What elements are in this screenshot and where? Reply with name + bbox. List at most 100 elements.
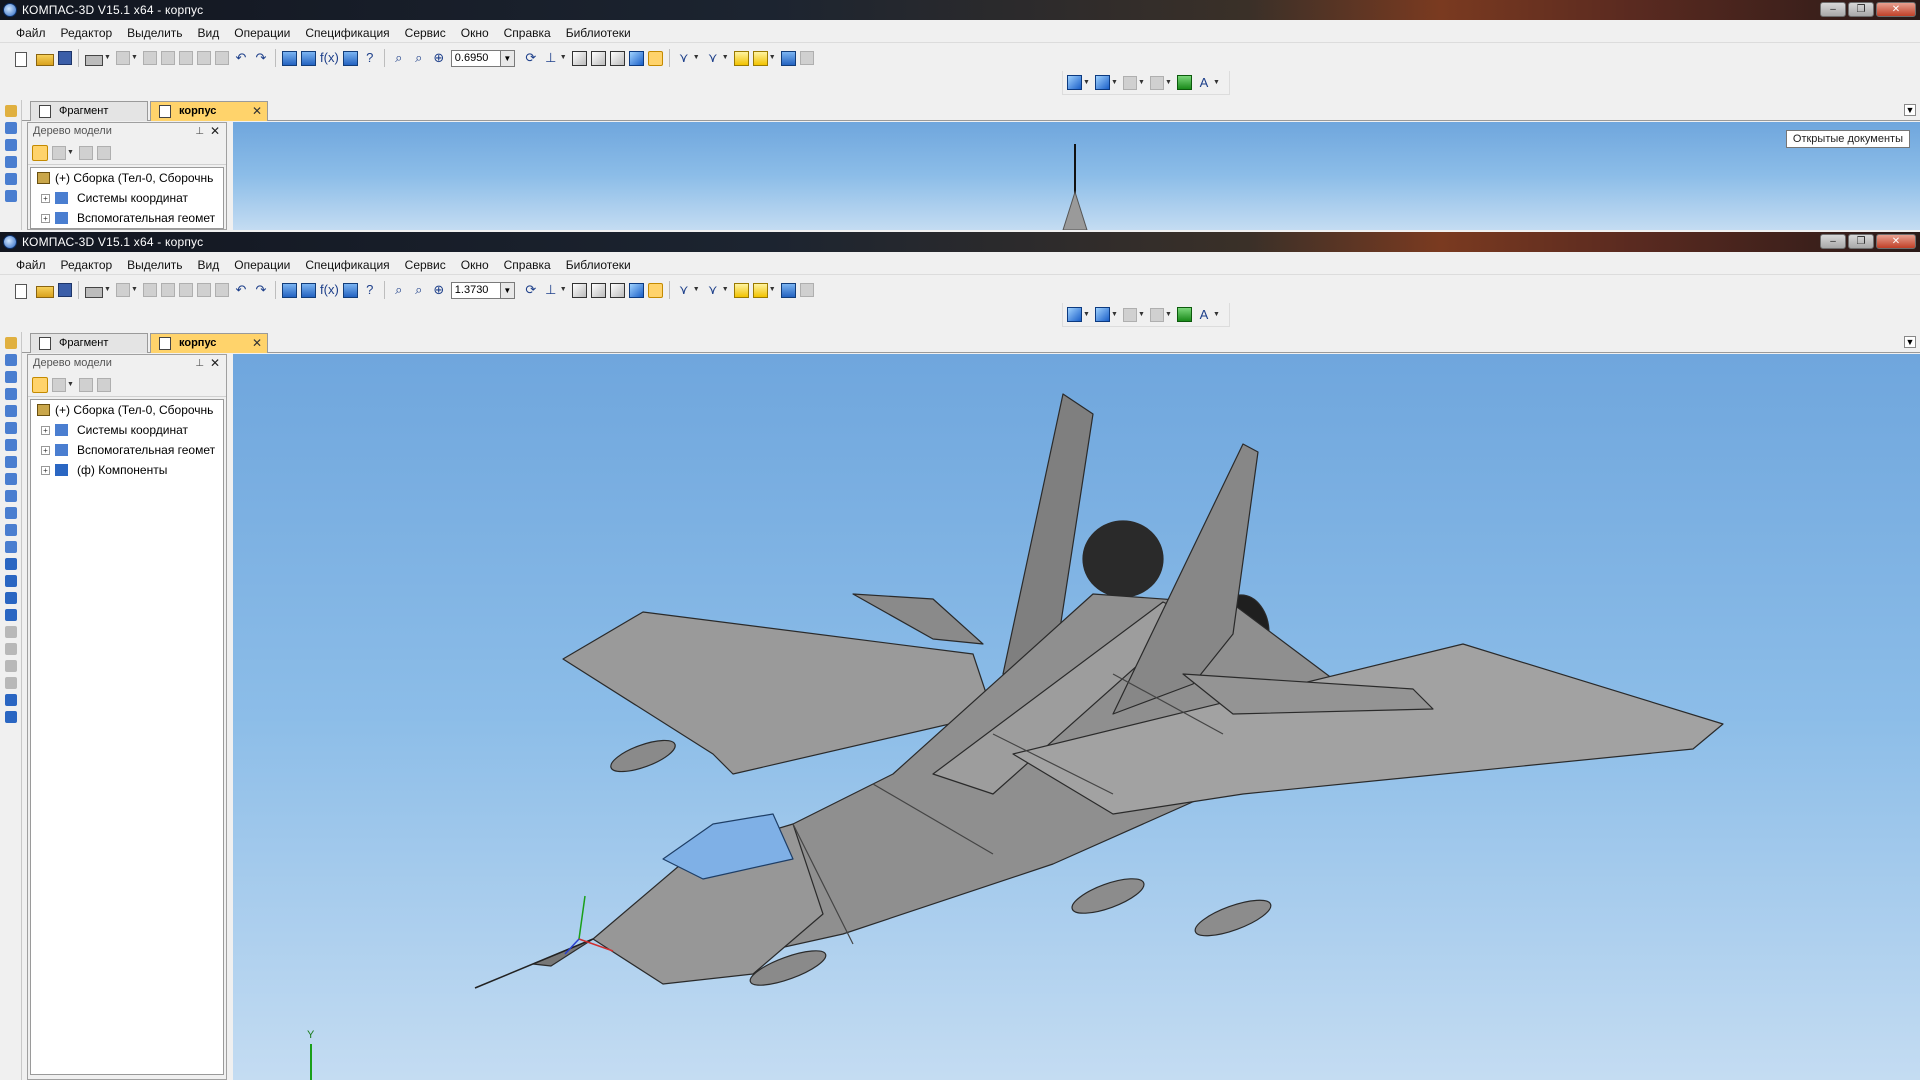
surfaces-icon[interactable] bbox=[5, 156, 17, 168]
menu-operations[interactable]: Операции bbox=[234, 26, 290, 40]
surfaces-icon[interactable] bbox=[5, 388, 17, 400]
select-filter-icon[interactable]: ⋎ bbox=[705, 49, 721, 67]
preview-icon[interactable] bbox=[116, 51, 130, 65]
filter-icon[interactable]: ⋎ bbox=[676, 281, 692, 299]
properties-icon[interactable] bbox=[197, 51, 211, 65]
variables-icon[interactable]: f(x) bbox=[320, 49, 339, 67]
zoom-scale-dropdown-icon[interactable]: ▼ bbox=[500, 281, 515, 299]
menu-select[interactable]: Выделить bbox=[127, 258, 182, 272]
tree-filter-icon[interactable] bbox=[97, 145, 111, 160]
library-panel-icon[interactable] bbox=[5, 711, 17, 723]
filter-icon[interactable]: ⋎ bbox=[676, 49, 692, 67]
print-icon[interactable] bbox=[85, 55, 103, 66]
tree-item-coordinate-systems[interactable]: Системы координат bbox=[77, 188, 188, 208]
menu-libraries[interactable]: Библиотеки bbox=[566, 26, 631, 40]
insert-component-icon[interactable] bbox=[752, 282, 768, 298]
component-icon[interactable] bbox=[733, 50, 749, 66]
arrays-icon[interactable] bbox=[5, 405, 17, 417]
preview-dropdown-icon[interactable]: ▼ bbox=[131, 281, 138, 299]
library-icon[interactable] bbox=[301, 50, 316, 66]
curves-icon[interactable] bbox=[5, 139, 17, 151]
zoom-scale-dropdown-icon[interactable]: ▼ bbox=[500, 49, 515, 67]
insert-component-icon[interactable] bbox=[752, 50, 768, 66]
select-filter-icon[interactable]: ⋎ bbox=[705, 281, 721, 299]
layers-icon[interactable] bbox=[1123, 75, 1137, 90]
menu-specification[interactable]: Спецификация bbox=[305, 258, 389, 272]
tree-item-coordinate-systems[interactable]: Системы координат bbox=[77, 420, 188, 440]
manager-icon[interactable] bbox=[282, 282, 297, 298]
panel-switch-icon[interactable] bbox=[5, 105, 17, 117]
tab-korpus[interactable]: корпус ✕ bbox=[150, 333, 268, 353]
aux-geometry-icon[interactable] bbox=[5, 422, 17, 434]
menu-view[interactable]: Вид bbox=[198, 258, 220, 272]
tree-item-components[interactable]: (ф) Компоненты bbox=[77, 460, 167, 480]
expand-icon[interactable]: + bbox=[41, 446, 50, 455]
sheet-metal-icon[interactable] bbox=[5, 541, 17, 553]
menu-editor[interactable]: Редактор bbox=[61, 258, 113, 272]
tab-close-button[interactable]: ✕ bbox=[252, 102, 262, 121]
tree-item-assembly[interactable]: (+) Сборка (Тел-0, Сборочнь bbox=[55, 400, 213, 420]
menu-file[interactable]: Файл bbox=[16, 258, 46, 272]
layers-icon[interactable] bbox=[1123, 307, 1137, 322]
variables-icon[interactable]: f(x) bbox=[320, 281, 339, 299]
planes-icon[interactable] bbox=[1150, 75, 1164, 90]
close-button[interactable]: ✕ bbox=[1876, 234, 1916, 249]
pin-icon[interactable]: ⊥ bbox=[195, 355, 204, 372]
menu-help[interactable]: Справка bbox=[504, 258, 551, 272]
tree-item-aux-geometry[interactable]: Вспомогательная геомет bbox=[77, 208, 215, 228]
perspective-icon[interactable] bbox=[780, 282, 796, 298]
help-pointer-icon[interactable]: ? bbox=[362, 49, 378, 67]
tree-item-assembly[interactable]: (+) Сборка (Тел-0, Сборочнь bbox=[55, 168, 213, 188]
dimension-icon[interactable]: A bbox=[1196, 306, 1212, 324]
model-viewport-back[interactable]: Открытые документы bbox=[233, 122, 1920, 230]
drawing-icon[interactable] bbox=[5, 524, 17, 536]
help-pointer-icon[interactable]: ? bbox=[362, 281, 378, 299]
minimize-button[interactable]: ‒ bbox=[1820, 2, 1846, 17]
perspective-icon[interactable] bbox=[780, 50, 796, 66]
zoom-fit-icon[interactable]: ⌕ bbox=[411, 49, 427, 67]
tree-close-button[interactable]: ✕ bbox=[210, 123, 220, 140]
zoom-icon[interactable]: ⊕ bbox=[431, 281, 447, 299]
calculator-icon[interactable] bbox=[215, 51, 229, 65]
copy-icon[interactable] bbox=[161, 283, 175, 297]
orientation-cube-icon[interactable] bbox=[1067, 307, 1082, 322]
expand-icon[interactable]: + bbox=[41, 426, 50, 435]
filter-panel-icon[interactable] bbox=[5, 473, 17, 485]
section-icon[interactable] bbox=[1095, 75, 1110, 90]
menu-file[interactable]: Файл bbox=[16, 26, 46, 40]
wireframe-icon[interactable] bbox=[571, 282, 587, 298]
orientation-icon[interactable]: ⊥ bbox=[543, 281, 559, 299]
calculator-icon[interactable] bbox=[215, 283, 229, 297]
menu-help[interactable]: Справка bbox=[504, 26, 551, 40]
cut-icon[interactable] bbox=[143, 283, 157, 297]
component-icon[interactable] bbox=[733, 282, 749, 298]
menu-specification[interactable]: Спецификация bbox=[305, 26, 389, 40]
hidden-lines-icon[interactable] bbox=[590, 282, 606, 298]
minimize-button[interactable]: ‒ bbox=[1820, 234, 1846, 249]
color-icon[interactable] bbox=[1177, 75, 1192, 90]
tab-fragment[interactable]: Фрагмент bbox=[30, 101, 148, 121]
halftone-edges-icon[interactable] bbox=[647, 282, 663, 298]
orientation-cube-icon[interactable] bbox=[1067, 75, 1082, 90]
tab-fragment[interactable]: Фрагмент bbox=[30, 333, 148, 353]
tree-order-icon[interactable] bbox=[32, 144, 48, 161]
rotate-icon[interactable]: ⟳ bbox=[523, 49, 539, 67]
planes-icon[interactable] bbox=[1150, 307, 1164, 322]
menu-select[interactable]: Выделить bbox=[127, 26, 182, 40]
zoom-scale-input[interactable]: 0.6950 bbox=[450, 49, 501, 67]
zoom-icon[interactable]: ⊕ bbox=[431, 49, 447, 67]
curves-icon[interactable] bbox=[5, 371, 17, 383]
restore-button[interactable]: ❐ bbox=[1848, 2, 1874, 17]
aux-geometry-icon[interactable] bbox=[5, 190, 17, 202]
orientation-icon[interactable]: ⊥ bbox=[543, 49, 559, 67]
geometry-icon[interactable] bbox=[5, 354, 17, 366]
menu-service[interactable]: Сервис bbox=[405, 26, 446, 40]
thin-lines-icon[interactable] bbox=[609, 50, 625, 66]
close-button[interactable]: ✕ bbox=[1876, 2, 1916, 17]
expand-icon[interactable]: + bbox=[41, 194, 50, 203]
spec-panel-icon[interactable] bbox=[5, 490, 17, 502]
print-dropdown-icon[interactable]: ▼ bbox=[104, 49, 111, 67]
zoom-scale-input[interactable]: 1.3730 bbox=[450, 281, 501, 299]
color-icon[interactable] bbox=[1177, 307, 1192, 322]
menu-window[interactable]: Окно bbox=[461, 26, 489, 40]
